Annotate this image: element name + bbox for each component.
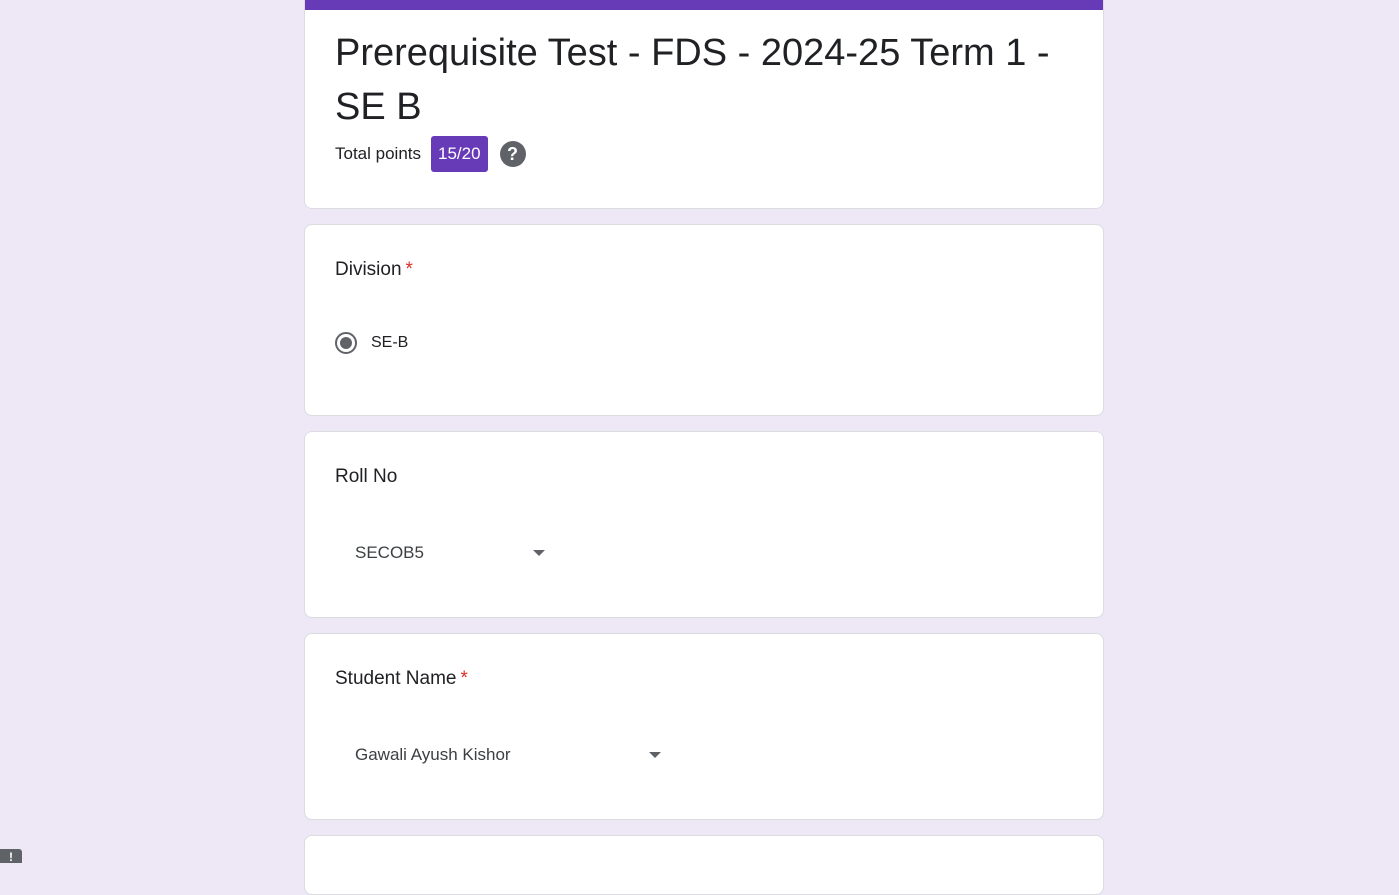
radio-button-icon[interactable] bbox=[335, 332, 357, 354]
question-card-student-name: Student Name * Gawali Ayush Kishor bbox=[304, 633, 1104, 820]
question-card-roll-no: Roll No SECOB5 bbox=[304, 431, 1104, 618]
header-accent-bar bbox=[305, 0, 1103, 10]
question-title: Student Name * bbox=[335, 668, 468, 689]
question-title: Roll No bbox=[335, 466, 398, 487]
total-points-row: Total points 15/20 ? bbox=[335, 136, 526, 172]
radio-option-label: SE-B bbox=[371, 334, 409, 351]
help-icon[interactable]: ? bbox=[499, 141, 526, 167]
radio-option-se-b[interactable]: SE-B bbox=[335, 332, 408, 354]
question-card-next bbox=[304, 835, 1104, 895]
dropdown-value: Gawali Ayush Kishor bbox=[355, 745, 511, 764]
chevron-down-icon bbox=[533, 550, 545, 556]
total-points-label: Total points bbox=[335, 144, 421, 163]
roll-no-dropdown[interactable]: SECOB5 bbox=[335, 535, 545, 571]
dropdown-value: SECOB5 bbox=[355, 543, 424, 562]
form-header-card: Prerequisite Test - FDS - 2024-25 Term 1… bbox=[304, 0, 1104, 209]
radio-selected-dot bbox=[340, 337, 352, 349]
chevron-down-icon bbox=[649, 752, 661, 758]
question-card-division: Division * SE-B bbox=[304, 224, 1104, 416]
required-asterisk: * bbox=[460, 668, 468, 689]
score-badge: 15/20 bbox=[431, 136, 488, 172]
required-asterisk: * bbox=[405, 259, 413, 280]
form-title: Prerequisite Test - FDS - 2024-25 Term 1… bbox=[335, 32, 1050, 128]
question-title: Division * bbox=[335, 259, 413, 280]
student-name-dropdown[interactable]: Gawali Ayush Kishor bbox=[335, 737, 661, 773]
report-issue-icon[interactable]: ! bbox=[0, 849, 22, 864]
